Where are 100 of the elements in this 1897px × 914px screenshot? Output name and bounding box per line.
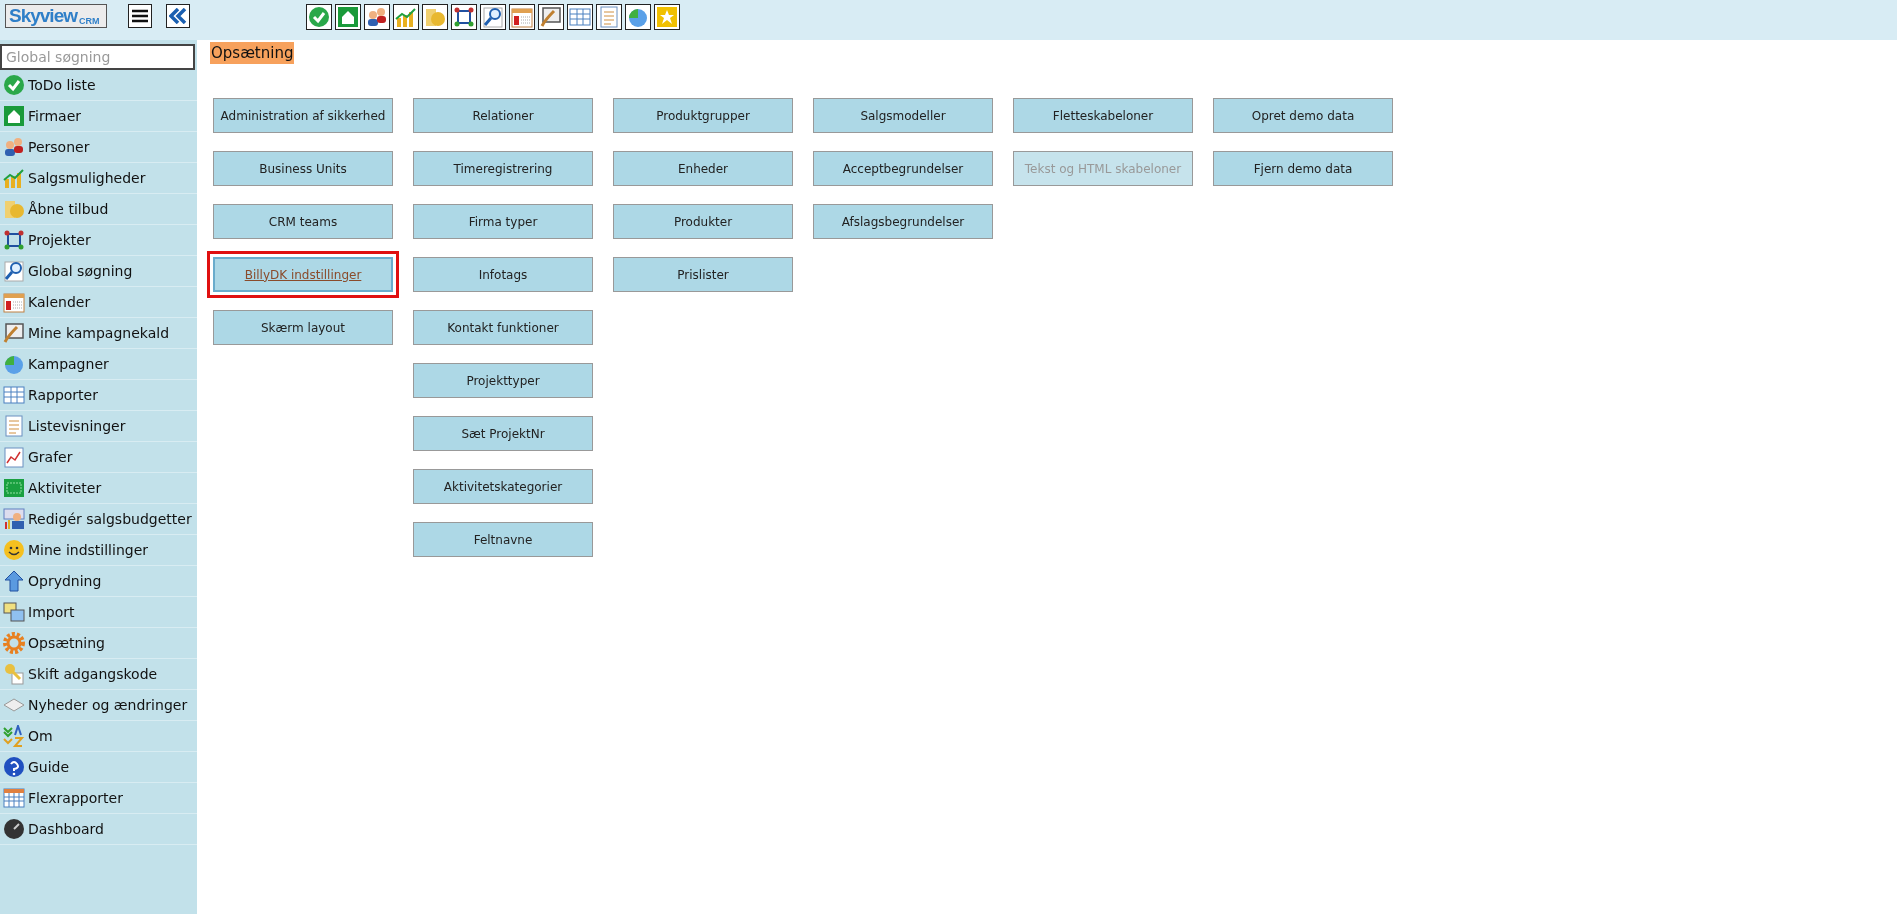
sidebar-item[interactable]: Mine indstillinger — [0, 535, 197, 566]
sidebar-item[interactable]: Aktiviteter — [0, 473, 197, 504]
monitor-icon — [540, 6, 562, 28]
calendar-icon — [511, 6, 533, 28]
settings-button[interactable]: Infotags — [413, 257, 593, 292]
settings-button[interactable]: Fletteskabeloner — [1013, 98, 1193, 133]
logo-text: Skyview — [9, 5, 77, 27]
monitor-icon — [3, 322, 25, 344]
sidebar-item[interactable]: Flexrapporter — [0, 783, 197, 814]
sidebar-item[interactable]: Nyheder og ændringer — [0, 690, 197, 721]
settings-button[interactable]: Opret demo data — [1213, 98, 1393, 133]
collapse-button[interactable] — [166, 4, 190, 28]
settings-button[interactable]: Sæt ProjektNr — [413, 416, 593, 451]
sidebar-item[interactable]: Listevisninger — [0, 411, 197, 442]
sidebar-item[interactable]: Skift adgangskode — [0, 659, 197, 690]
checkmark-icon — [3, 74, 25, 96]
calendar-icon — [3, 291, 25, 313]
toolbar-button[interactable] — [654, 4, 680, 30]
sidebar-item[interactable]: Redigér salgsbudgetter — [0, 504, 197, 535]
toolbar-button[interactable] — [567, 4, 593, 30]
sidebar-item[interactable]: Dashboard — [0, 814, 197, 845]
settings-button[interactable]: BillyDK indstillinger — [213, 257, 393, 292]
settings-button[interactable]: Projekttyper — [413, 363, 593, 398]
sidebar-item[interactable]: Mine kampagnekald — [0, 318, 197, 349]
toolbar-button[interactable] — [509, 4, 535, 30]
toolbar-button[interactable] — [480, 4, 506, 30]
pie-chart-icon — [3, 353, 25, 375]
screens-icon — [3, 601, 25, 623]
settings-button[interactable]: Business Units — [213, 151, 393, 186]
sidebar-item[interactable]: Om — [0, 721, 197, 752]
sidebar-item[interactable]: Personer — [0, 132, 197, 163]
table-icon — [3, 384, 25, 406]
document-list-icon — [598, 6, 620, 28]
toolbar-button[interactable] — [538, 4, 564, 30]
settings-button[interactable]: Aktivitetskategorier — [413, 469, 593, 504]
sort-icon — [3, 725, 25, 747]
toolbar-button[interactable] — [393, 4, 419, 30]
sidebar-item[interactable]: Kampagner — [0, 349, 197, 380]
search-icon — [3, 260, 25, 282]
sidebar-item[interactable]: Projekter — [0, 225, 197, 256]
settings-button[interactable]: Firma typer — [413, 204, 593, 239]
toolbar-button[interactable] — [625, 4, 651, 30]
sidebar-item[interactable]: Åbne tilbud — [0, 194, 197, 225]
person-chart-icon — [3, 508, 25, 530]
bar-chart-icon — [3, 167, 25, 189]
bar-chart-icon — [395, 6, 417, 28]
settings-button[interactable]: Produktgrupper — [613, 98, 793, 133]
board-icon — [3, 477, 25, 499]
network-icon — [453, 6, 475, 28]
sidebar-item[interactable]: Kalender — [0, 287, 197, 318]
smiley-icon — [3, 539, 25, 561]
settings-button[interactable]: Relationer — [413, 98, 593, 133]
sidebar-item[interactable]: Oprydning — [0, 566, 197, 597]
help-icon — [3, 756, 25, 778]
settings-button[interactable]: Acceptbegrundelser — [813, 151, 993, 186]
sidebar-item[interactable]: Import — [0, 597, 197, 628]
toolbar-button[interactable] — [306, 4, 332, 30]
sidebar-item[interactable]: Guide — [0, 752, 197, 783]
page-title: Opsætning — [210, 42, 295, 64]
menu-button[interactable] — [128, 4, 152, 28]
search-field[interactable]: Global søgning — [0, 44, 195, 70]
toolbar-button[interactable] — [335, 4, 361, 30]
settings-button[interactable]: Produkter — [613, 204, 793, 239]
settings-button[interactable]: Fjern demo data — [1213, 151, 1393, 186]
settings-button[interactable]: Kontakt funktioner — [413, 310, 593, 345]
settings-button[interactable]: Afslagsbegrundelser — [813, 204, 993, 239]
house-icon — [3, 105, 25, 127]
document-list-icon — [3, 415, 25, 437]
sidebar-item[interactable]: Global søgning — [0, 256, 197, 287]
sidebar-item[interactable]: Grafer — [0, 442, 197, 473]
settings-button[interactable]: CRM teams — [213, 204, 393, 239]
double-chevron-left-icon — [169, 8, 187, 24]
sidebar-item[interactable]: Firmaer — [0, 101, 197, 132]
sidebar-item[interactable]: ToDo liste — [0, 70, 197, 101]
toolbar-button[interactable] — [451, 4, 477, 30]
settings-icon — [3, 632, 25, 654]
sidebar-item[interactable]: Salgsmuligheder — [0, 163, 197, 194]
network-icon — [3, 229, 25, 251]
gauge-icon — [3, 818, 25, 840]
settings-button[interactable]: Skærm layout — [213, 310, 393, 345]
search-icon — [482, 6, 504, 28]
settings-button[interactable]: Administration af sikkerhed — [213, 98, 393, 133]
logo-subtext: CRM — [79, 16, 100, 26]
settings-button[interactable]: Prislister — [613, 257, 793, 292]
sidebar-item[interactable]: Rapporter — [0, 380, 197, 411]
settings-button[interactable]: Feltnavne — [413, 522, 593, 557]
settings-button[interactable]: Timeregistrering — [413, 151, 593, 186]
grid-icon — [3, 787, 25, 809]
toolbar-button[interactable] — [364, 4, 390, 30]
settings-button[interactable]: Enheder — [613, 151, 793, 186]
settings-button[interactable]: Salgsmodeller — [813, 98, 993, 133]
arrow-up-icon — [3, 570, 25, 592]
people-icon — [366, 6, 388, 28]
sidebar-item[interactable]: Opsætning — [0, 628, 197, 659]
checkmark-icon — [308, 6, 330, 28]
line-chart-icon — [3, 446, 25, 468]
pie-chart-icon — [627, 6, 649, 28]
house-icon — [337, 6, 359, 28]
toolbar-button[interactable] — [596, 4, 622, 30]
menu-icon — [132, 9, 148, 23]
